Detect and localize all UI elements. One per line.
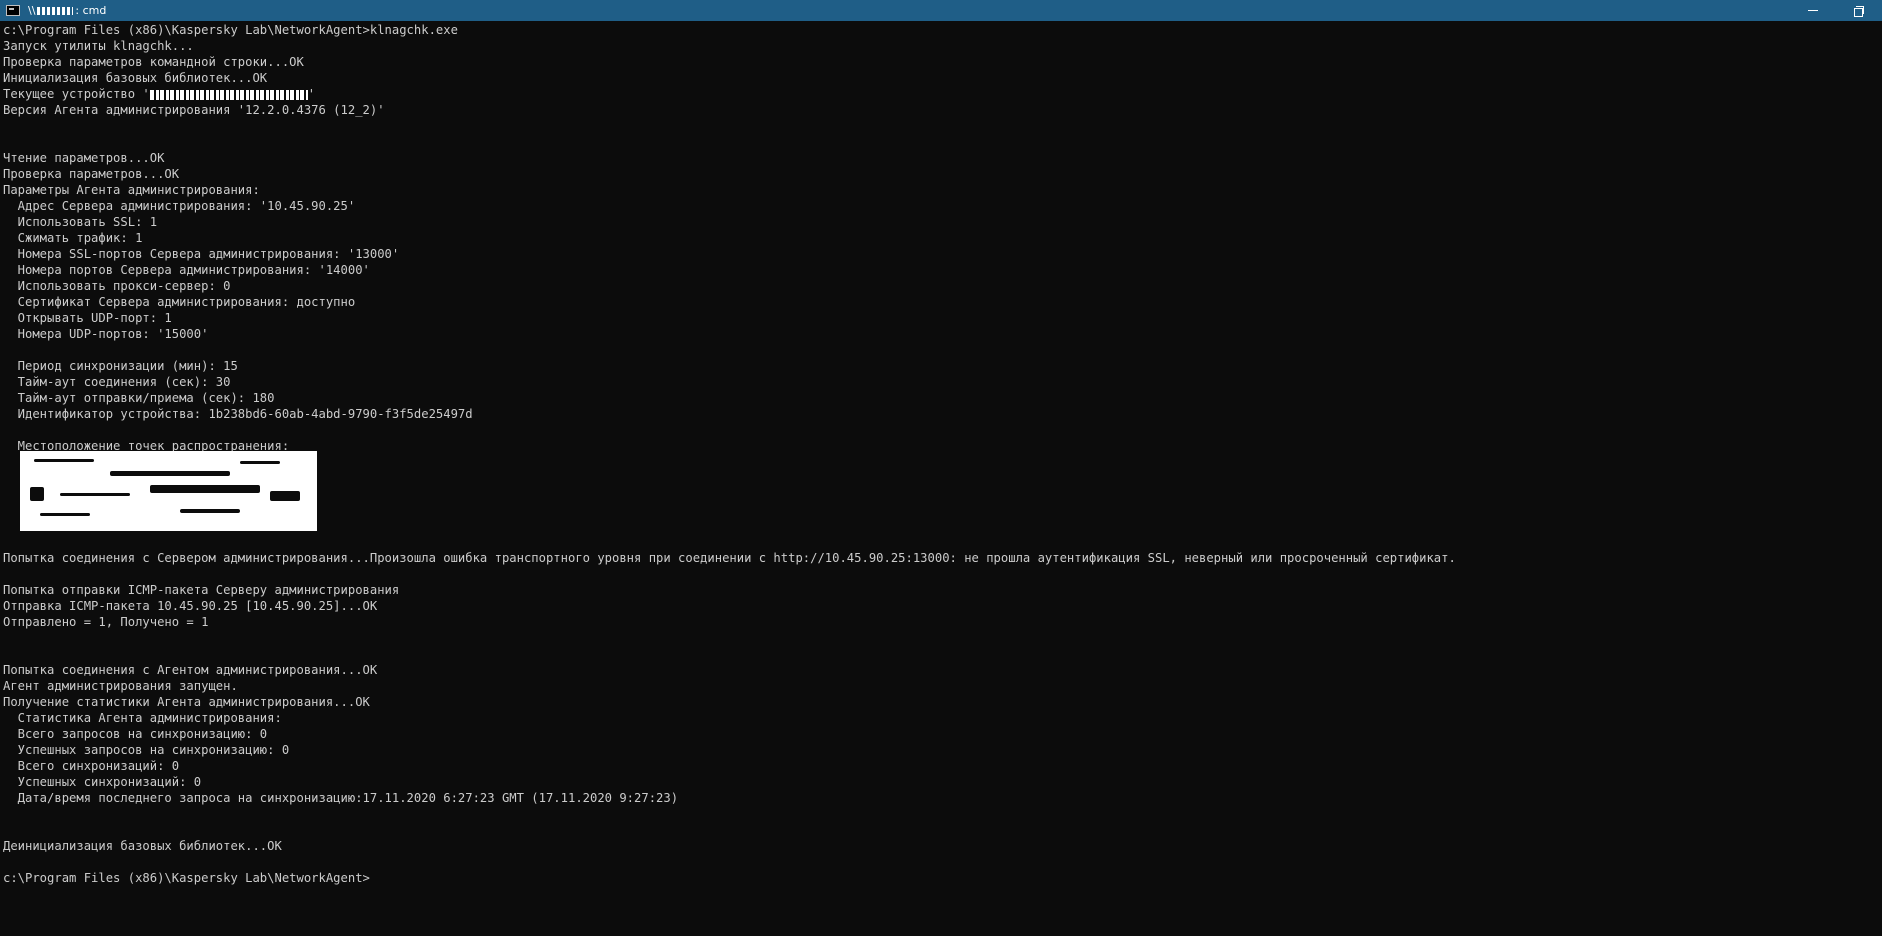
console-line: Открывать UDP-порт: 1 <box>3 310 1879 326</box>
console-line: Отправлено = 1, Получено = 1 <box>3 614 1879 630</box>
console-line-text: Чтение параметров...OK <box>3 151 165 165</box>
console-line: Получение статистики Агента администриро… <box>3 694 1879 710</box>
console-app-icon[interactable] <box>6 5 20 16</box>
window-title-prefix: \\ <box>28 4 36 17</box>
console-line: Номера портов Сервера администрирования:… <box>3 262 1879 278</box>
console-line-text: Отправлено = 1, Получено = 1 <box>3 615 209 629</box>
console-line: Тайм-аут отправки/приема (сек): 180 <box>3 390 1879 406</box>
console-line-text: Номера UDP-портов: '15000' <box>3 327 209 341</box>
console-line-text: Статистика Агента администрирования: <box>3 711 282 725</box>
console-line: c:\Program Files (x86)\Kaspersky Lab\Net… <box>3 870 1879 886</box>
console-line-text: Агент администрирования запущен. <box>3 679 238 693</box>
console-line: Версия Агента администрирования '12.2.0.… <box>3 102 1879 118</box>
console-line-text: ' <box>307 87 316 101</box>
console-line-text: Попытка отправки ICMP-пакета Серверу адм… <box>3 583 400 597</box>
console-line-text: Инициализация базовых библиотек...OK <box>3 71 268 85</box>
console-line: Всего синхронизаций: 0 <box>3 758 1879 774</box>
console-line-text: Всего синхронизаций: 0 <box>3 759 180 773</box>
window-title-suffix: : cmd <box>75 4 107 17</box>
console-line-text: Параметры Агента администрирования: <box>3 183 260 197</box>
console-line: Тайм-аут соединения (сек): 30 <box>3 374 1879 390</box>
console-line-text: Тайм-аут соединения (сек): 30 <box>3 375 231 389</box>
console-line: Успешных синхронизаций: 0 <box>3 774 1879 790</box>
console-line-text: Период синхронизации (мин): 15 <box>3 359 238 373</box>
restore-icon <box>1854 5 1864 17</box>
redacted-device-name <box>149 89 308 100</box>
console-line-text: Сертификат Сервера администрирования: до… <box>3 295 356 309</box>
console-line: Сертификат Сервера администрирования: до… <box>3 294 1879 310</box>
cmd-window: \\ : cmd c:\Program Files (x86)\Kaspersk… <box>0 0 1882 936</box>
console-line: Сжимать трафик: 1 <box>3 230 1879 246</box>
console-line-text: Проверка параметров...OK <box>3 167 180 181</box>
console-line: Агент администрирования запущен. <box>3 678 1879 694</box>
console-line-text: c:\Program Files (x86)\Kaspersky Lab\Net… <box>3 23 458 37</box>
console-line-text: Номера SSL-портов Сервера администрирова… <box>3 247 400 261</box>
console-line-text: Адрес Сервера администрирования: '10.45.… <box>3 199 356 213</box>
console-line-text: Использовать прокси-сервер: 0 <box>3 279 231 293</box>
minimize-icon <box>1808 10 1818 11</box>
console-line: Попытка соединения с Агентом администрир… <box>3 662 1879 678</box>
redacted-distribution-points <box>20 451 317 531</box>
console-line: Номера UDP-портов: '15000' <box>3 326 1879 342</box>
restore-button[interactable] <box>1836 0 1882 21</box>
console-line-text: Всего запросов на синхронизацию: 0 <box>3 727 268 741</box>
console-line-text: Успешных синхронизаций: 0 <box>3 775 202 789</box>
minimize-button[interactable] <box>1790 0 1836 21</box>
console-line-text: Запуск утилиты klnagchk... <box>3 39 194 53</box>
console-line: Текущее устройство ' ' <box>3 86 1879 102</box>
console-line: Статистика Агента администрирования: <box>3 710 1879 726</box>
console-line-text: Открывать UDP-порт: 1 <box>3 311 172 325</box>
console-line-text: Текущее устройство ' <box>3 87 150 101</box>
console-line: Идентификатор устройства: 1b238bd6-60ab-… <box>3 406 1879 422</box>
console-line: Отправка ICMP-пакета 10.45.90.25 [10.45.… <box>3 598 1879 614</box>
redacted-hostname <box>37 6 74 15</box>
console-line: Чтение параметров...OK <box>3 150 1879 166</box>
console-line: Проверка параметров командной строки...O… <box>3 54 1879 70</box>
console-line-text: c:\Program Files (x86)\Kaspersky Lab\Net… <box>3 871 370 885</box>
console-line-text: Использовать SSL: 1 <box>3 215 158 229</box>
console-line-text: Номера портов Сервера администрирования:… <box>3 263 370 277</box>
console-line: Проверка параметров...OK <box>3 166 1879 182</box>
console-line: Попытка соединения с Сервером администри… <box>3 550 1879 566</box>
console-line: Адрес Сервера администрирования: '10.45.… <box>3 198 1879 214</box>
console-line-text: Попытка соединения с Агентом администрир… <box>3 663 378 677</box>
console-line-text: Тайм-аут отправки/приема (сек): 180 <box>3 391 275 405</box>
console-line: Запуск утилиты klnagchk... <box>3 38 1879 54</box>
console-line: Деинициализация базовых библиотек...OK <box>3 838 1879 854</box>
console-line: Дата/время последнего запроса на синхрон… <box>3 790 1879 806</box>
console-line-text: Сжимать трафик: 1 <box>3 231 143 245</box>
console-line: Всего запросов на синхронизацию: 0 <box>3 726 1879 742</box>
window-controls <box>1790 0 1882 21</box>
title-bar[interactable]: \\ : cmd <box>0 0 1882 21</box>
console-line-text: Дата/время последнего запроса на синхрон… <box>3 791 679 805</box>
console-line: Параметры Агента администрирования: <box>3 182 1879 198</box>
console-line-text: Получение статистики Агента администриро… <box>3 695 370 709</box>
console-line: Попытка отправки ICMP-пакета Серверу адм… <box>3 582 1879 598</box>
console-line: Использовать SSL: 1 <box>3 214 1879 230</box>
console-line-text: Проверка параметров командной строки...O… <box>3 55 304 69</box>
console-line: Период синхронизации (мин): 15 <box>3 358 1879 374</box>
console-line-text: Идентификатор устройства: 1b238bd6-60ab-… <box>3 407 473 421</box>
console-line-text: Успешных запросов на синхронизацию: 0 <box>3 743 290 757</box>
console-line-text: Отправка ICMP-пакета 10.45.90.25 [10.45.… <box>3 599 378 613</box>
console-line: Инициализация базовых библиотек...OK <box>3 70 1879 86</box>
console-line: Успешных запросов на синхронизацию: 0 <box>3 742 1879 758</box>
console-line-text: Попытка соединения с Сервером администри… <box>3 551 1456 565</box>
console-line: Использовать прокси-сервер: 0 <box>3 278 1879 294</box>
console-line-text: Версия Агента администрирования '12.2.0.… <box>3 103 385 117</box>
console-line-text: Деинициализация базовых библиотек...OK <box>3 839 282 853</box>
console-line: Номера SSL-портов Сервера администрирова… <box>3 246 1879 262</box>
console-line: c:\Program Files (x86)\Kaspersky Lab\Net… <box>3 22 1879 38</box>
